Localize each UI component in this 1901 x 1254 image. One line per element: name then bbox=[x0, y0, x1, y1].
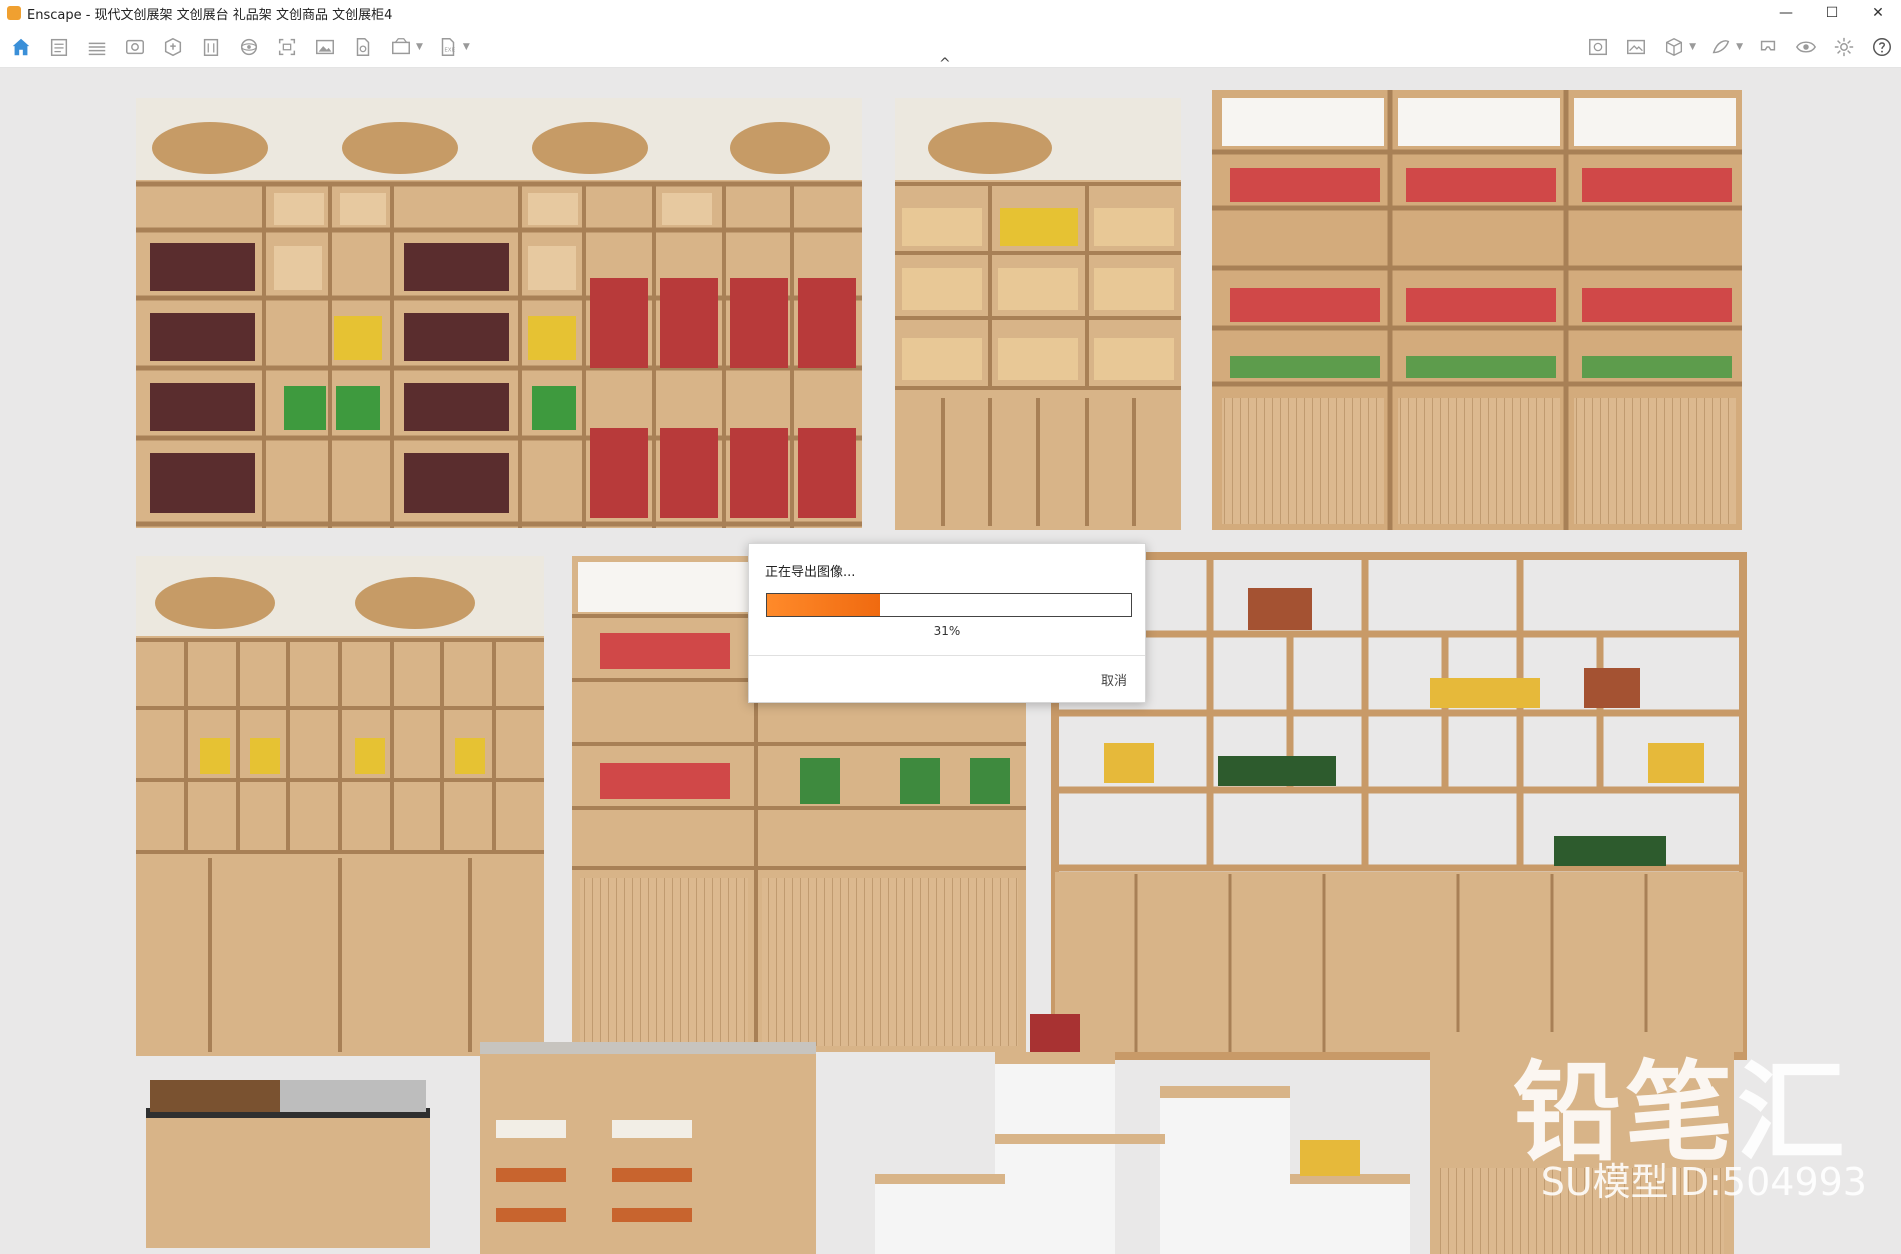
vr-headset-icon[interactable] bbox=[1753, 32, 1783, 62]
bulk-food-counter bbox=[146, 1080, 430, 1248]
visual-settings-icon[interactable] bbox=[120, 32, 150, 62]
cube-view-dropdown-icon[interactable]: ▼ bbox=[1689, 42, 1696, 52]
export-icon[interactable] bbox=[348, 32, 378, 62]
export-progress-bar bbox=[766, 593, 1132, 617]
svg-text:EXE: EXE bbox=[444, 47, 455, 53]
egg-cabinet bbox=[480, 1042, 816, 1254]
product-towers bbox=[1212, 90, 1742, 530]
maximize-button[interactable]: ☐ bbox=[1809, 0, 1855, 26]
image-icon[interactable] bbox=[310, 32, 340, 62]
window-title: Enscape - 现代文创展架 文创展台 礼品架 文创商品 文创展柜4 bbox=[27, 7, 393, 23]
enscape-logo-icon bbox=[7, 6, 21, 20]
help-icon[interactable] bbox=[1867, 32, 1897, 62]
capture-icon[interactable] bbox=[272, 32, 302, 62]
minimize-button[interactable]: — bbox=[1763, 0, 1809, 26]
grain-cabinet bbox=[136, 556, 544, 1056]
watermark-model-id: SU模型ID:504993 bbox=[1540, 1160, 1867, 1204]
title-bar: Enscape - 现代文创展架 文创展台 礼品架 文创商品 文创展柜4 — ☐… bbox=[0, 0, 1901, 26]
rice-display-shelf bbox=[136, 98, 862, 528]
document-icon[interactable] bbox=[44, 32, 74, 62]
progress-percent: 31% bbox=[933, 624, 961, 638]
material-editor-icon[interactable] bbox=[1583, 32, 1613, 62]
batch-render-dropdown-icon[interactable]: ▼ bbox=[416, 42, 423, 52]
eye-icon[interactable] bbox=[1791, 32, 1821, 62]
export-progress-dialog: 正在导出图像... 31% 取消 bbox=[748, 543, 1146, 703]
rice-cabinet bbox=[895, 98, 1181, 530]
batch-render-icon[interactable] bbox=[386, 32, 416, 62]
asset-library-icon[interactable] bbox=[158, 32, 188, 62]
open-display-shelf bbox=[1051, 552, 1747, 1060]
screenshot-icon[interactable] bbox=[1621, 32, 1651, 62]
progress-fill bbox=[767, 594, 880, 616]
bim-icon[interactable] bbox=[82, 32, 112, 62]
feedback-dropdown-icon[interactable]: ▼ bbox=[1736, 42, 1743, 52]
home-icon[interactable] bbox=[6, 32, 36, 62]
dialog-divider bbox=[749, 655, 1145, 656]
cube-view-icon[interactable] bbox=[1659, 32, 1689, 62]
building-icon[interactable] bbox=[196, 32, 226, 62]
feedback-icon[interactable] bbox=[1706, 32, 1736, 62]
exe-export-icon[interactable]: EXE bbox=[433, 32, 463, 62]
exe-dropdown-icon[interactable]: ▼ bbox=[463, 42, 470, 52]
settings-icon[interactable] bbox=[1829, 32, 1859, 62]
sphere-icon[interactable] bbox=[234, 32, 264, 62]
dialog-title: 正在导出图像... bbox=[765, 565, 856, 580]
cancel-button[interactable]: 取消 bbox=[1101, 670, 1127, 689]
close-button[interactable]: ✕ bbox=[1855, 0, 1901, 26]
